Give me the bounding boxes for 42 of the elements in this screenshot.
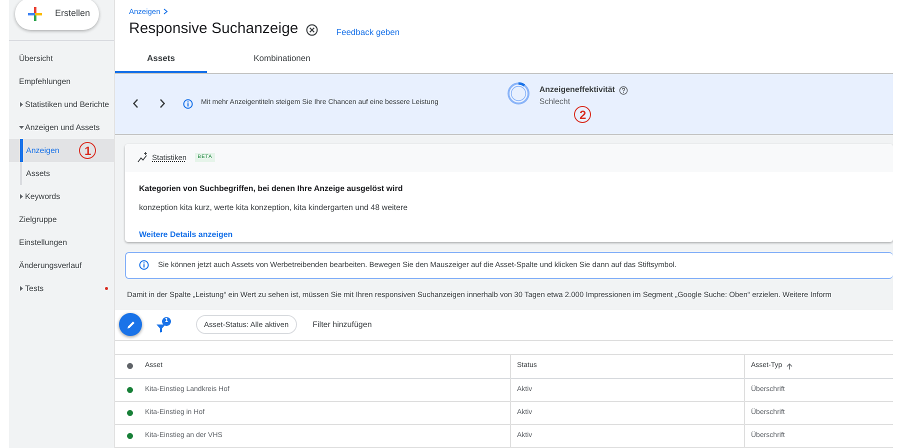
sidebar-item[interactable]: Übersicht: [9, 47, 114, 70]
caret-right-icon: [18, 102, 24, 107]
sidebar-item[interactable]: Statistiken und Berichte: [9, 93, 114, 116]
sidebar-item[interactable]: Anzeigen und Assets: [9, 116, 114, 139]
annotation-number: 2: [574, 106, 592, 123]
sort-up-icon: [786, 362, 794, 370]
add-filter-button[interactable]: Filter hinzufügen: [306, 318, 378, 332]
plus-icon: [27, 6, 43, 22]
sparkle-trend-icon: [137, 152, 148, 163]
caret-right-icon: [18, 286, 24, 291]
chevron-left-icon[interactable]: [133, 99, 138, 108]
page-title: Responsive Suchanzeige: [129, 19, 298, 40]
tab[interactable]: Kombinationen: [207, 48, 357, 72]
sidebar-item[interactable]: Tests: [9, 277, 114, 300]
insights-text: konzeption kita kurz, werte kita konzeption, kita kindergarten und 48 weitere: [139, 202, 409, 214]
sidebar-item[interactable]: Anzeigen 1: [9, 139, 114, 162]
sidebar-item[interactable]: Assets: [9, 162, 114, 185]
create-button[interactable]: Erstellen: [15, 0, 99, 30]
feedback-link[interactable]: Feedback geben: [336, 26, 400, 38]
edit-button[interactable]: [119, 313, 142, 336]
caret-right-icon: [18, 194, 24, 199]
info-icon: [183, 98, 193, 108]
sidebar-item[interactable]: Änderungsverlauf: [9, 254, 114, 277]
effectiveness-title: Anzeigeneffektivität: [539, 84, 615, 96]
info-icon: [139, 260, 149, 270]
effectiveness-rating: Schlecht: [539, 96, 572, 108]
insights-heading: Kategorien von Suchbegriffen, bei denen Ihre Anzeige ausgelöst wird: [139, 182, 404, 194]
effectiveness-gauge: [506, 81, 532, 106]
details-link[interactable]: Weitere Details anzeigen: [139, 228, 233, 240]
sidebar-item[interactable]: Keywords: [9, 185, 114, 208]
filter-icon: [156, 322, 166, 333]
help-icon: [618, 86, 628, 94]
sidebar-item[interactable]: Zielgruppe: [9, 208, 114, 231]
column-status-dot: [127, 363, 133, 370]
annotation-number: 1: [79, 142, 96, 159]
close-icon: [306, 24, 318, 36]
pencil-icon: [126, 320, 136, 330]
sidebar-item[interactable]: Empfehlungen: [9, 70, 114, 93]
chevron-right-icon: [163, 8, 168, 16]
sidebar-item[interactable]: Einstellungen: [9, 231, 114, 254]
caret-down-icon: [18, 125, 24, 130]
chevron-right-icon[interactable]: [160, 99, 165, 108]
